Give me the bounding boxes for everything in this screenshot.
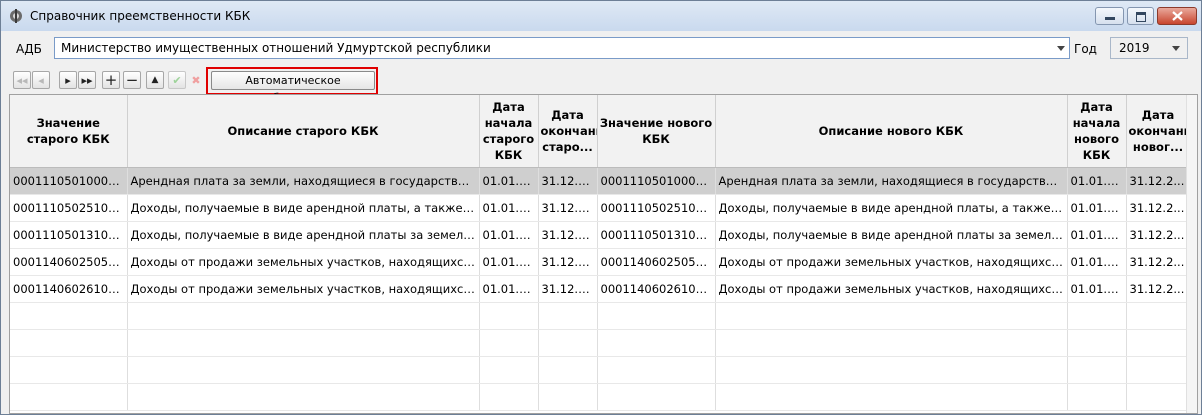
table-cell: 000114060250500... xyxy=(597,248,716,276)
vertical-scrollbar[interactable] xyxy=(1186,95,1197,413)
table-cell: 01.01.2... xyxy=(479,167,539,195)
table-row[interactable]: 000111050131000... Доходы, получаемые в … xyxy=(10,221,1191,249)
table-cell: Доходы, получаемые в виде арендной платы… xyxy=(127,194,480,222)
chevron-down-icon xyxy=(1172,46,1180,51)
minimize-button[interactable] xyxy=(1095,7,1124,25)
table-cell: 31.12.2... xyxy=(1126,194,1191,222)
close-icon xyxy=(1172,11,1183,21)
up-icon: ▲ xyxy=(151,75,159,85)
table-cell: 31.12.2... xyxy=(1126,167,1191,195)
move-up-button[interactable]: ▲ xyxy=(146,71,164,89)
table-cell: 31.12.2... xyxy=(538,221,598,249)
empty-row xyxy=(10,356,1191,384)
table-cell: 31.12.2... xyxy=(1126,248,1191,276)
table-header: Значение старого КБК Описание старого КБ… xyxy=(10,95,1191,168)
table-row[interactable]: 000111050251000... Доходы, получаемые в … xyxy=(10,194,1191,222)
delete-icon: ✖ xyxy=(191,73,201,87)
table-row[interactable]: 000111050100000... Арендная плата за зем… xyxy=(10,167,1191,195)
table-cell: 000111050251000... xyxy=(597,194,716,222)
table-cell: 000111050251000... xyxy=(10,194,128,222)
window-content: АДБ Министерство имущественных отношений… xyxy=(1,31,1201,414)
add-icon: + xyxy=(104,71,118,89)
column-header[interactable]: Дата окончания новог... xyxy=(1126,95,1191,168)
table-cell: 000111050131000... xyxy=(597,221,716,249)
remove-record-button[interactable]: − xyxy=(123,71,141,89)
table-cell: 01.01.2... xyxy=(1067,167,1127,195)
organization-value: Министерство имущественных отношений Удм… xyxy=(61,41,491,55)
table-cell: 01.01.2... xyxy=(1067,221,1127,249)
table-cell: 31.12.2... xyxy=(1126,275,1191,303)
empty-row xyxy=(10,383,1191,411)
organization-select[interactable]: Министерство имущественных отношений Удм… xyxy=(54,37,1070,59)
table-cell: 000111050131000... xyxy=(10,221,128,249)
empty-row xyxy=(10,302,1191,330)
table-cell: Доходы от продажи земельных участков, на… xyxy=(127,275,480,303)
minimize-icon xyxy=(1105,17,1115,20)
year-value: 2019 xyxy=(1119,41,1150,55)
empty-row xyxy=(10,329,1191,357)
table-cell: 000111050100000... xyxy=(10,167,128,195)
table-cell: 000111050100000... xyxy=(597,167,716,195)
table-row[interactable]: 000114060250500... Доходы от продажи зем… xyxy=(10,248,1191,276)
column-header[interactable]: Дата начала нового КБК xyxy=(1067,95,1127,168)
table-row[interactable]: 000114060261000... Доходы от продажи зем… xyxy=(10,275,1191,303)
title-bar[interactable]: Справочник преемственности КБК xyxy=(1,1,1201,31)
column-header[interactable]: Значение нового КБК xyxy=(597,95,716,168)
table-cell: 01.01.2... xyxy=(1067,194,1127,222)
app-icon xyxy=(10,9,22,23)
table-cell: 01.01.2... xyxy=(479,248,539,276)
table-cell: 000114060261000... xyxy=(10,275,128,303)
maximize-icon xyxy=(1136,12,1146,22)
prev-icon: ◂ xyxy=(38,73,44,87)
table-cell: Доходы от продажи земельных участков, на… xyxy=(715,275,1068,303)
table-cell: 000114060250500... xyxy=(10,248,128,276)
window-title: Справочник преемственности КБК xyxy=(30,9,251,23)
table-cell: Доходы от продажи земельных участков, на… xyxy=(127,248,480,276)
column-header[interactable]: Дата окончания старо... xyxy=(538,95,598,168)
table-cell: 01.01.2... xyxy=(1067,275,1127,303)
table-cell: 01.01.2... xyxy=(1067,248,1127,276)
table-cell: 31.12.2... xyxy=(538,167,598,195)
table-cell: 31.12.2... xyxy=(538,275,598,303)
remove-icon: − xyxy=(125,71,139,89)
column-header[interactable]: Описание старого КБК xyxy=(127,95,480,168)
close-button[interactable] xyxy=(1157,7,1197,25)
table-cell: Арендная плата за земли, находящиеся в г… xyxy=(127,167,480,195)
year-label: Год xyxy=(1074,42,1097,56)
table-cell: Доходы, получаемые в виде арендной платы… xyxy=(715,194,1068,222)
prev-record-button[interactable]: ◂ xyxy=(32,71,50,89)
column-header[interactable]: Описание нового КБК xyxy=(715,95,1068,168)
maximize-button[interactable] xyxy=(1127,7,1154,25)
first-record-button[interactable]: ◂◂ xyxy=(13,71,31,89)
table-cell: 31.12.2... xyxy=(1126,221,1191,249)
table-cell: Доходы, получаемые в виде арендной платы… xyxy=(715,221,1068,249)
chevron-down-icon xyxy=(1057,46,1065,51)
check-icon: ✔ xyxy=(172,73,182,87)
apply-button[interactable]: ✔ xyxy=(168,71,186,89)
main-window: Справочник преемственности КБК АДБ Минис… xyxy=(0,0,1202,415)
add-record-button[interactable]: + xyxy=(102,71,120,89)
next-icon: ▸ xyxy=(65,73,71,87)
table-cell: Доходы от продажи земельных участков, на… xyxy=(715,248,1068,276)
column-header[interactable]: Дата начала старого КБК xyxy=(479,95,539,168)
next-record-button[interactable]: ▸ xyxy=(59,71,77,89)
table-cell: 000114060261000... xyxy=(597,275,716,303)
last-record-button[interactable]: ▸▸ xyxy=(78,71,96,89)
first-icon: ◂◂ xyxy=(16,73,28,87)
table-cell: Арендная плата за земли, находящиеся в г… xyxy=(715,167,1068,195)
table-cell: 01.01.2... xyxy=(479,221,539,249)
adb-label: АДБ xyxy=(16,42,42,56)
table-cell: 01.01.2... xyxy=(479,275,539,303)
cancel-button[interactable]: ✖ xyxy=(187,71,205,89)
year-select[interactable]: 2019 xyxy=(1110,37,1188,59)
kbk-table: Значение старого КБК Описание старого КБ… xyxy=(9,94,1198,414)
column-header[interactable]: Значение старого КБК xyxy=(10,95,128,168)
last-icon: ▸▸ xyxy=(81,73,93,87)
auto-add-button[interactable]: Автоматическое добавление xyxy=(211,71,375,104)
table-cell: 31.12.2... xyxy=(538,248,598,276)
table-cell: 31.12.2... xyxy=(538,194,598,222)
table-cell: Доходы, получаемые в виде арендной платы… xyxy=(127,221,480,249)
table-cell: 01.01.2... xyxy=(479,194,539,222)
